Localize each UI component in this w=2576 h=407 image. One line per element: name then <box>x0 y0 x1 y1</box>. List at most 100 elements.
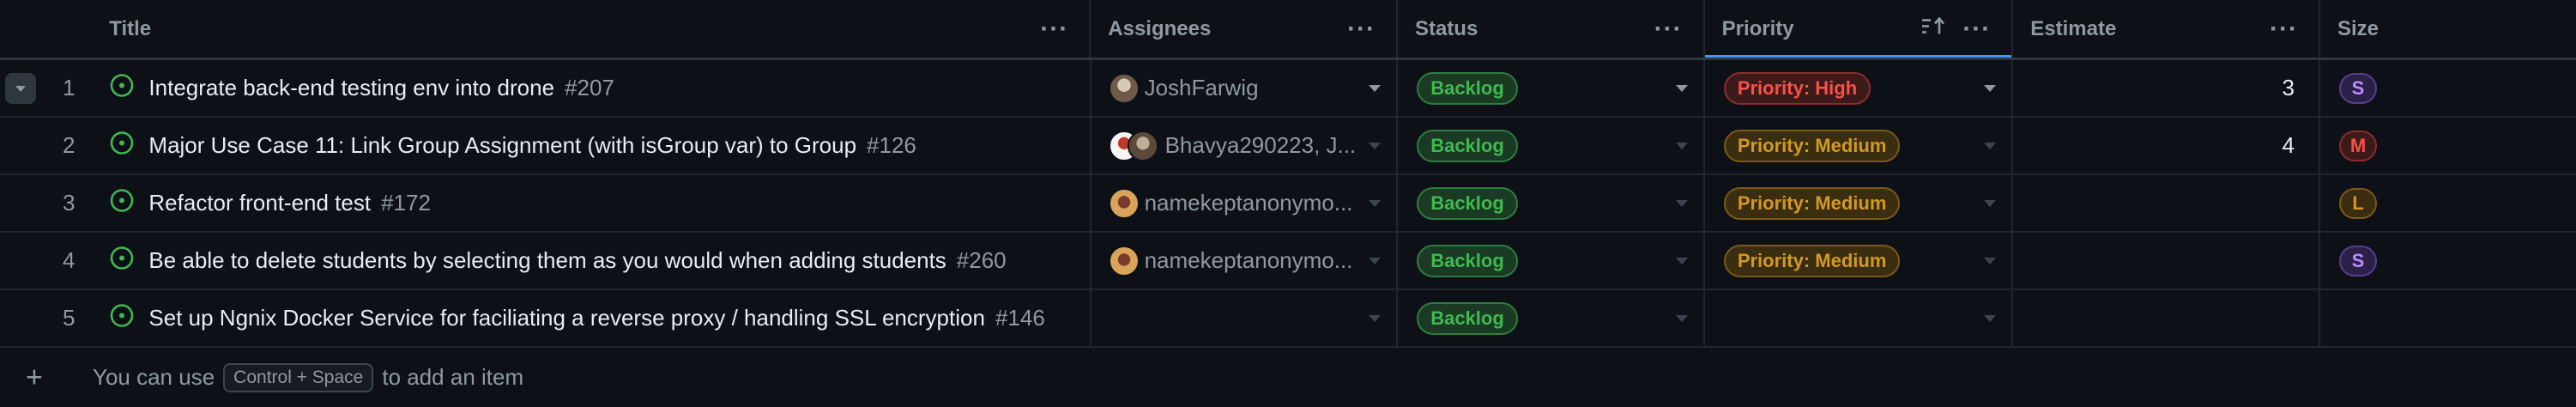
sort-ascending-icon[interactable] <box>1920 15 1946 42</box>
table-row[interactable]: 5 Set up Ngnix Docker Service for facili… <box>0 290 2576 348</box>
issue-open-icon <box>109 130 135 161</box>
table-header: Title ··· Assignees ··· Status ··· Prior… <box>0 0 2576 60</box>
priority-cell[interactable]: Priority: Medium <box>1705 118 2014 173</box>
column-header-status[interactable]: Status ··· <box>1398 0 1705 58</box>
size-cell[interactable]: S <box>2320 233 2576 289</box>
title-cell[interactable]: Major Use Case 11: Link Group Assignment… <box>94 118 1091 173</box>
keyboard-shortcut: Control + Space <box>223 362 374 392</box>
estimate-cell[interactable] <box>2013 290 2321 346</box>
assignees-cell[interactable]: namekeptanonymo... <box>1091 175 1399 231</box>
issue-title-text: Integrate back-end testing env into dron… <box>148 75 555 100</box>
assignees-cell[interactable] <box>1091 290 1399 346</box>
caret-down-icon[interactable] <box>1369 142 1382 149</box>
column-menu-icon[interactable]: ··· <box>2270 15 2298 44</box>
size-badge: M <box>2339 130 2378 161</box>
column-header-title[interactable]: Title ··· <box>94 0 1091 58</box>
title-cell[interactable]: Refactor front-end test #172 <box>94 175 1091 231</box>
assignee-names: namekeptanonymo... <box>1144 190 1353 216</box>
avatar-group <box>1108 72 1140 104</box>
chevron-down-icon[interactable] <box>5 72 36 104</box>
assignees-cell[interactable]: namekeptanonymo... <box>1091 233 1399 289</box>
avatar-group <box>1108 130 1158 161</box>
issue-title[interactable]: Major Use Case 11: Link Group Assignment… <box>148 132 916 159</box>
issue-title[interactable]: Be able to delete students by selecting … <box>148 247 1006 274</box>
issue-title-text: Major Use Case 11: Link Group Assignment… <box>148 132 857 158</box>
caret-down-icon[interactable] <box>1675 314 1688 322</box>
add-item-row[interactable]: + You can use Control + Space to add an … <box>0 348 2576 407</box>
caret-down-icon[interactable] <box>1984 314 1997 322</box>
row-index: 2 <box>62 132 76 158</box>
row-index-cell: 5 <box>0 290 94 346</box>
column-header-assignees[interactable]: Assignees ··· <box>1091 0 1398 58</box>
caret-down-icon[interactable] <box>1984 84 1997 92</box>
estimate-cell[interactable] <box>2013 233 2321 289</box>
issue-open-icon <box>109 245 135 276</box>
caret-down-icon[interactable] <box>1369 84 1382 92</box>
avatar <box>1108 245 1140 276</box>
column-menu-icon[interactable]: ··· <box>1040 15 1068 44</box>
column-menu-icon[interactable]: ··· <box>1962 15 1991 44</box>
caret-down-icon[interactable] <box>1369 257 1382 264</box>
row-index: 5 <box>62 305 76 331</box>
size-cell[interactable]: L <box>2320 175 2576 231</box>
column-estimate-label: Estimate <box>2030 16 2117 40</box>
issue-title[interactable]: Set up Ngnix Docker Service for faciliat… <box>148 305 1044 331</box>
column-header-size[interactable]: Size <box>2320 0 2576 58</box>
size-cell[interactable] <box>2320 290 2576 346</box>
title-cell[interactable]: Integrate back-end testing env into dron… <box>94 60 1091 116</box>
assignees-cell[interactable]: Bhavya290223, J... <box>1091 118 1399 173</box>
column-menu-icon[interactable]: ··· <box>1347 15 1376 44</box>
priority-cell[interactable]: Priority: Medium <box>1705 175 2014 231</box>
issue-title[interactable]: Refactor front-end test #172 <box>148 190 431 216</box>
estimate-cell[interactable]: 4 <box>2013 118 2321 173</box>
caret-down-icon[interactable] <box>1984 142 1997 149</box>
caret-down-icon[interactable] <box>1675 257 1688 264</box>
status-cell[interactable]: Backlog <box>1398 290 1705 346</box>
title-cell[interactable]: Set up Ngnix Docker Service for faciliat… <box>94 290 1091 346</box>
status-cell[interactable]: Backlog <box>1398 175 1705 231</box>
priority-cell[interactable]: Priority: Medium <box>1705 233 2014 289</box>
size-cell[interactable]: M <box>2320 118 2576 173</box>
row-index-cell: 2 <box>0 118 94 173</box>
size-cell[interactable]: S <box>2320 60 2576 116</box>
add-item-hint: You can use Control + Space to add an it… <box>93 362 524 392</box>
caret-down-icon[interactable] <box>1984 199 1997 207</box>
add-item-suffix: to add an item <box>382 364 524 390</box>
table-row[interactable]: 4 Be able to delete students by selectin… <box>0 233 2576 290</box>
caret-down-icon[interactable] <box>1675 84 1688 92</box>
caret-down-icon[interactable] <box>1369 314 1382 322</box>
table-row[interactable]: 2 Major Use Case 11: Link Group Assignme… <box>0 118 2576 175</box>
priority-badge: Priority: High <box>1723 71 1872 105</box>
priority-cell[interactable]: Priority: High <box>1705 60 2014 116</box>
assignee-names: namekeptanonymo... <box>1144 247 1353 273</box>
issue-open-icon <box>109 187 135 219</box>
status-cell[interactable]: Backlog <box>1398 233 1705 289</box>
priority-badge: Priority: Medium <box>1723 244 1901 277</box>
status-cell[interactable]: Backlog <box>1398 60 1705 116</box>
avatar-group <box>1108 245 1140 276</box>
column-title-label: Title <box>109 16 152 40</box>
status-badge: Backlog <box>1417 244 1518 277</box>
caret-down-icon[interactable] <box>1675 142 1688 149</box>
estimate-cell[interactable] <box>2013 175 2321 231</box>
row-index: 3 <box>62 190 76 216</box>
issue-title[interactable]: Integrate back-end testing env into dron… <box>148 75 614 101</box>
estimate-cell[interactable]: 3 <box>2013 60 2321 116</box>
table-row[interactable]: 3 Refactor front-end test #172 namekeptan… <box>0 175 2576 233</box>
caret-down-icon[interactable] <box>1984 257 1997 264</box>
issue-open-icon <box>109 302 135 334</box>
plus-icon[interactable]: + <box>26 361 43 394</box>
column-priority-label: Priority <box>1721 16 1794 40</box>
table-row[interactable]: 1 Integrate back-end testing env into dr… <box>0 60 2576 118</box>
priority-cell[interactable] <box>1705 290 2014 346</box>
status-cell[interactable]: Backlog <box>1398 118 1705 173</box>
caret-down-icon[interactable] <box>1369 199 1382 207</box>
title-cell[interactable]: Be able to delete students by selecting … <box>94 233 1091 289</box>
caret-down-icon[interactable] <box>1675 199 1688 207</box>
column-menu-icon[interactable]: ··· <box>1654 15 1683 44</box>
column-header-estimate[interactable]: Estimate ··· <box>2013 0 2320 58</box>
column-header-priority[interactable]: Priority ··· <box>1704 0 2014 58</box>
estimate-value: 4 <box>2282 132 2295 158</box>
assignees-cell[interactable]: JoshFarwig <box>1091 60 1399 116</box>
column-assignees-label: Assignees <box>1108 16 1212 40</box>
